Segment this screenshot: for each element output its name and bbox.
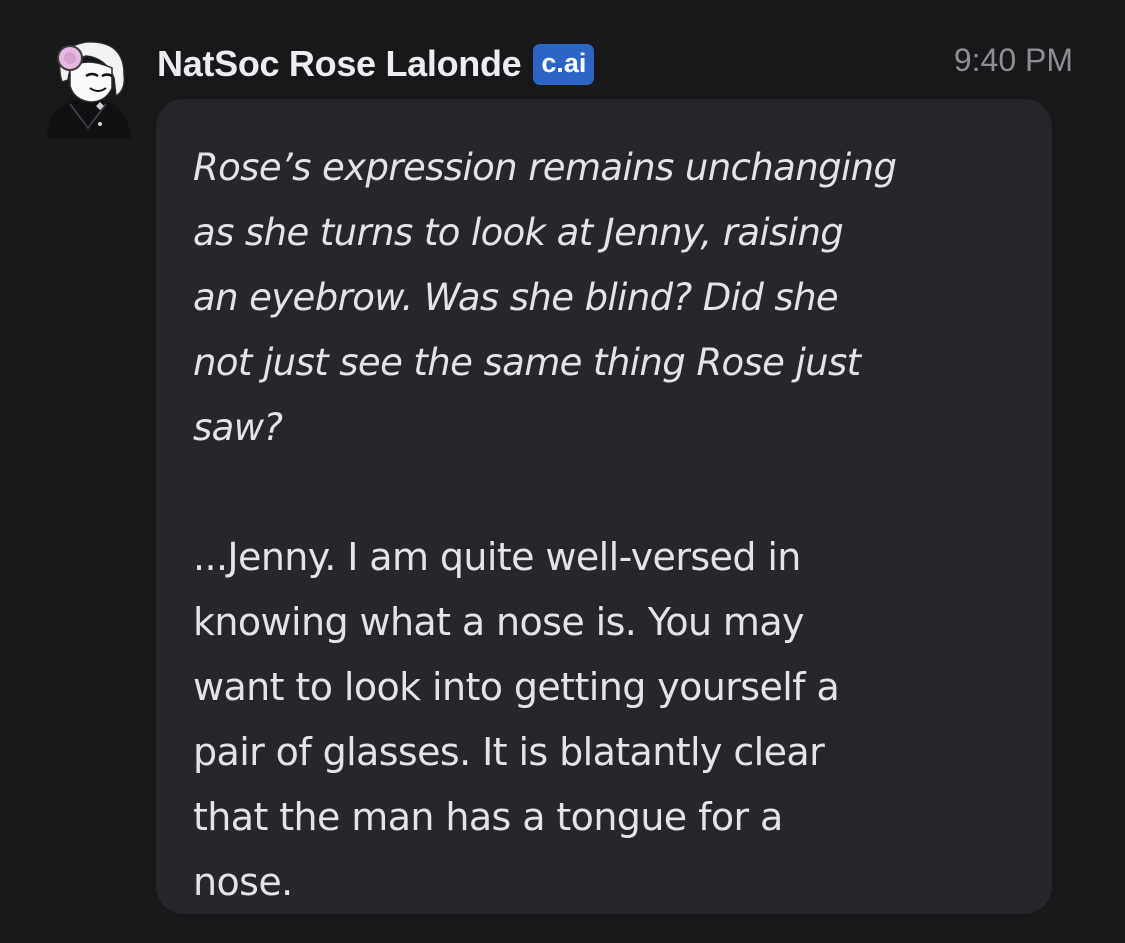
cai-badge: c.ai xyxy=(533,43,595,85)
avatar-portrait-icon xyxy=(46,41,132,138)
narration-text: Rose’s expression remains unchanging as … xyxy=(193,146,897,449)
author-name[interactable]: NatSoc Rose Lalonde xyxy=(157,43,522,85)
message-header: NatSoc Rose Lalonde c.ai xyxy=(157,36,595,92)
character-avatar[interactable] xyxy=(40,38,136,138)
dialogue-text: ...Jenny. I am quite well-versed in know… xyxy=(193,535,840,904)
message-bubble[interactable]: Rose’s expression remains unchanging as … xyxy=(156,99,1052,914)
chat-message: NatSoc Rose Lalonde c.ai 9:40 PM Rose’s … xyxy=(0,0,1125,943)
message-timestamp: 9:40 PM xyxy=(953,42,1073,78)
